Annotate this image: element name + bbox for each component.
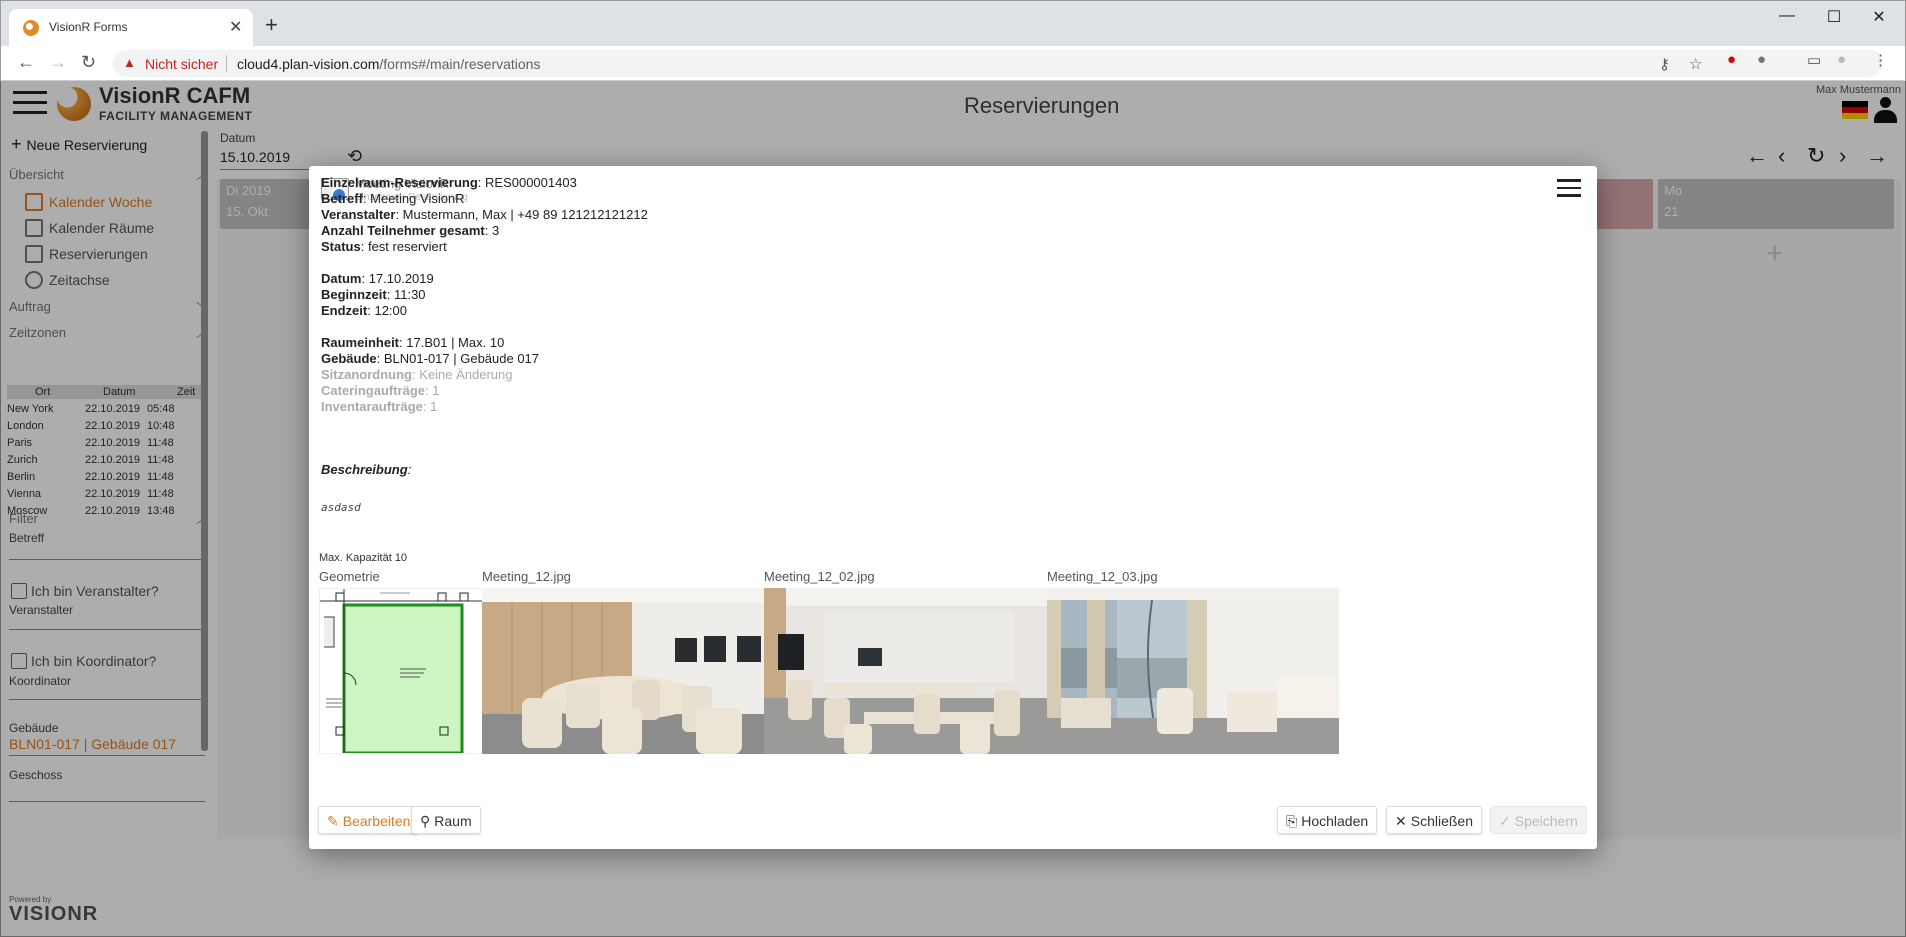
hotel-room-photo[interactable] <box>1047 588 1339 754</box>
field-key: Endzeit <box>321 303 368 318</box>
field-row: Anzahl Teilnehmer gesamt: 3 <box>321 223 500 238</box>
field-key: Gebäude <box>321 351 377 366</box>
profile-icon[interactable]: ● <box>1837 51 1846 68</box>
security-label[interactable]: Nicht sicher <box>145 56 218 72</box>
field-value: 17.10.2019 <box>368 271 434 286</box>
field-key: Betreff <box>321 191 363 206</box>
close-button-label: Schließen <box>1410 813 1473 829</box>
extension2-icon[interactable]: ● <box>1757 51 1766 68</box>
room-button-label: Raum <box>434 813 472 829</box>
field-row: Einzelraum-Reservierung: RES000001403 <box>321 175 577 190</box>
meeting-room-photo-2[interactable] <box>764 588 1047 754</box>
checkmark-icon: ✓ <box>1499 813 1511 829</box>
image-label: Meeting_12_03.jpg <box>1047 569 1158 584</box>
field-row: Inventaraufträge: 1 <box>321 399 438 414</box>
forward-icon[interactable]: → <box>49 52 67 73</box>
pencil-icon: ✎ <box>327 813 339 829</box>
field-value: 1 <box>430 399 438 414</box>
field-key: Inventaraufträge <box>321 399 423 414</box>
upload-button[interactable]: ⎘ Hochladen <box>1277 806 1378 834</box>
field-value: fest reserviert <box>367 239 447 254</box>
image-label: Meeting_12.jpg <box>482 569 571 584</box>
description-value: asdasd <box>321 501 361 514</box>
max-capacity: Max. Kapazität 10 <box>319 552 408 564</box>
field-row: Raumeinheit: 17.B01 | Max. 10 <box>321 335 505 350</box>
field-value: Keine Änderung <box>419 367 513 382</box>
key-icon[interactable]: ⚷ <box>1659 55 1670 73</box>
field-row: Datum: 17.10.2019 <box>321 271 434 286</box>
field-row: Betreff: Meeting VisionR <box>321 191 465 206</box>
field-key: Status <box>321 239 361 254</box>
meeting-room-photo-1[interactable] <box>482 588 764 754</box>
field-value: BLN01-017 | Gebäude 017 <box>383 351 540 366</box>
field-row: Endzeit: 12:00 <box>321 303 408 318</box>
field-key: Veranstalter <box>321 207 396 222</box>
warning-icon: ▲ <box>123 55 136 70</box>
save-button[interactable]: ✓ Speichern <box>1490 806 1587 834</box>
field-row: Sitzanordnung: Keine Änderung <box>321 367 513 382</box>
close-button[interactable]: ✕ Schließen <box>1386 806 1482 834</box>
visionr-favicon-icon <box>23 20 39 36</box>
minimize-icon[interactable]: — <box>1767 7 1807 25</box>
url-text[interactable]: cloud4.plan-vision.com/forms#/main/reser… <box>237 56 540 72</box>
dialog-menu-icon[interactable] <box>1557 179 1581 197</box>
extension-icon[interactable]: ● <box>1727 51 1736 68</box>
field-value: RES000001403 <box>485 175 577 190</box>
maximize-icon[interactable]: ☐ <box>1814 7 1854 27</box>
field-key: Beginnzeit <box>321 287 387 302</box>
image-label: Meeting_12_02.jpg <box>764 569 875 584</box>
back-icon[interactable]: ← <box>17 52 35 73</box>
edit-button[interactable]: ✎ Bearbeiten <box>318 806 420 834</box>
field-key: Einzelraum-Reservierung <box>321 175 478 190</box>
address-bar[interactable]: ▲ Nicht sicher cloud4.plan-vision.com/fo… <box>113 50 1883 77</box>
reservation-dialog: Meeting VisionR Einzelraum-Reservierung … <box>309 166 1597 849</box>
field-key: Cateringaufträge <box>321 383 426 398</box>
close-window-icon[interactable]: ✕ <box>1859 7 1899 27</box>
star-icon[interactable]: ☆ <box>1689 55 1702 73</box>
save-button-label: Speichern <box>1514 813 1578 829</box>
description-label: Beschreibung: <box>321 462 412 477</box>
field-key: Anzahl Teilnehmer gesamt <box>321 223 485 238</box>
new-tab-button[interactable]: + <box>265 12 278 38</box>
room-button[interactable]: ⚲ Raum <box>411 806 481 834</box>
field-value: 12:00 <box>374 303 408 318</box>
reload-icon[interactable]: ↻ <box>81 52 96 73</box>
field-row: Veranstalter: Mustermann, Max | +49 89 1… <box>321 207 648 222</box>
field-value: 1 <box>432 383 440 398</box>
field-row: Cateringaufträge: 1 <box>321 383 440 398</box>
paperclip-icon: ⎘ <box>1286 813 1298 829</box>
cast-icon[interactable]: ▭ <box>1807 51 1821 69</box>
url-path: /forms#/main/reservations <box>379 56 541 72</box>
field-key: Datum <box>321 271 362 286</box>
field-key: Sitzanordnung <box>321 367 412 382</box>
edit-button-label: Bearbeiten <box>342 813 411 829</box>
url-host: cloud4.plan-vision.com <box>237 56 380 72</box>
field-value: 3 <box>491 223 500 238</box>
browser-toolbar: ← → ↻ ▲ Nicht sicher cloud4.plan-vision.… <box>0 46 1906 81</box>
image-label: Geometrie <box>319 569 380 584</box>
close-tab-icon[interactable]: ✕ <box>229 17 242 37</box>
field-row: Beginnzeit: 11:30 <box>321 287 426 302</box>
field-key: Raumeinheit <box>321 335 400 350</box>
field-row: Status: fest reserviert <box>321 239 447 254</box>
more-icon[interactable]: ⋮ <box>1873 51 1888 69</box>
tab-title: VisionR Forms <box>49 20 128 34</box>
browser-tabbar: VisionR Forms ✕ + — ☐ ✕ <box>0 0 1906 47</box>
field-value: 11:30 <box>393 287 426 302</box>
field-value: Meeting VisionR <box>370 191 465 206</box>
divider <box>226 55 227 72</box>
location-pin-icon: ⚲ <box>420 813 431 829</box>
upload-button-label: Hochladen <box>1301 813 1369 829</box>
browser-tab[interactable]: VisionR Forms ✕ <box>9 9 253 47</box>
close-icon: ✕ <box>1395 813 1407 829</box>
field-row: Gebäude: BLN01-017 | Gebäude 017 <box>321 351 540 366</box>
floorplan-geometry[interactable] <box>319 588 483 754</box>
field-value: 17.B01 | Max. 10 <box>406 335 505 350</box>
field-value: Mustermann, Max | +49 89 121212121212 <box>402 207 648 222</box>
